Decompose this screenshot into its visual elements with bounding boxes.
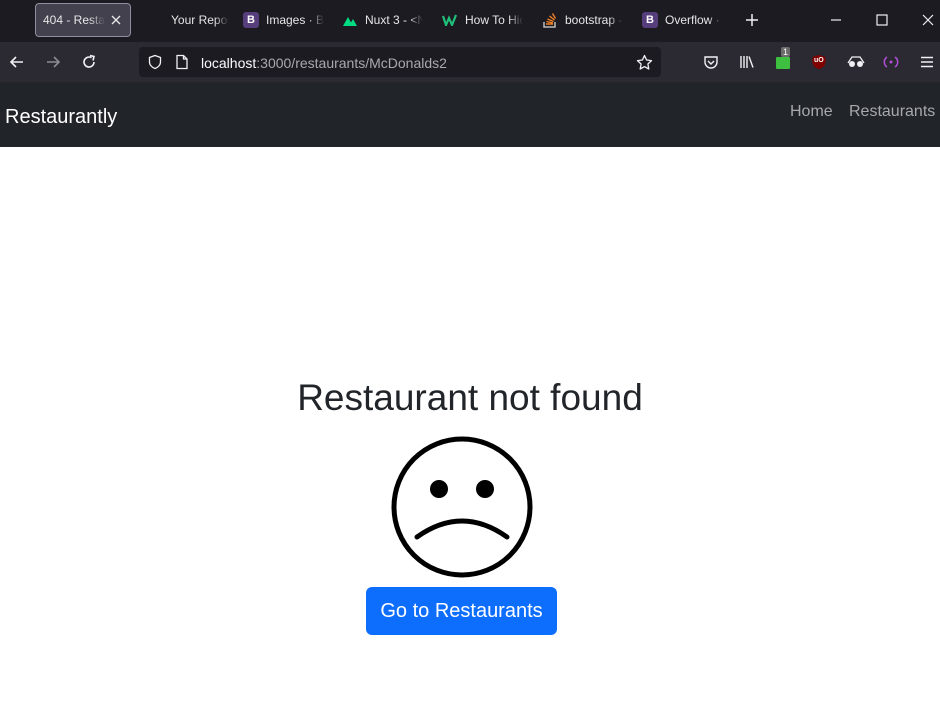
webflow-icon xyxy=(442,12,458,28)
tab-label: Overflow · Bootstrap xyxy=(665,13,723,27)
browser-tab-active[interactable]: 404 - Restaurantly xyxy=(35,3,131,37)
extension-icon[interactable]: 1 xyxy=(775,47,793,70)
tab-label: Images · Bootstrap xyxy=(266,13,324,27)
browser-toolbar: localhost:3000/restaurants/McDonalds2 1 … xyxy=(0,42,940,82)
ublock-label: uO xyxy=(814,57,824,64)
page-title: Restaurant not found xyxy=(297,377,643,418)
url-path: :3000/restaurants/McDonalds2 xyxy=(256,55,447,71)
minimize-icon[interactable] xyxy=(828,12,844,28)
tab-label: How To Hide xyxy=(465,13,523,27)
browser-tab[interactable]: Nuxt 3 - <NuxtLink> xyxy=(342,3,430,37)
url-host: localhost xyxy=(201,55,257,71)
nav-link-restaurants[interactable]: Restaurants xyxy=(849,103,935,121)
browser-tab[interactable]: B Images · Bootstrap xyxy=(243,3,331,37)
shield-icon[interactable] xyxy=(147,54,163,70)
tab-label: Your Repositories xyxy=(171,13,229,27)
reload-icon[interactable] xyxy=(81,54,97,70)
tab-label: 404 - Restaurantly xyxy=(43,13,105,27)
browser-tab-strip: 404 - Restaurantly Your Repositories B I… xyxy=(0,0,940,42)
sad-face-icon xyxy=(391,436,533,578)
go-to-restaurants-button[interactable]: Go to Restaurants xyxy=(366,587,557,635)
ublock-icon[interactable]: uO xyxy=(811,54,827,70)
github-icon xyxy=(148,12,164,28)
extension-glasses-icon[interactable] xyxy=(847,54,865,70)
bookmark-star-icon[interactable] xyxy=(636,54,653,71)
page-icon[interactable] xyxy=(175,54,189,70)
bootstrap-icon: B xyxy=(243,12,259,28)
forward-icon[interactable] xyxy=(45,54,61,70)
brand-logo[interactable]: Restaurantly xyxy=(5,106,117,129)
back-icon[interactable] xyxy=(9,54,25,70)
browser-tab[interactable]: B Overflow · Bootstrap xyxy=(642,3,730,37)
extension-badge: 1 xyxy=(781,47,791,57)
library-icon[interactable] xyxy=(739,54,755,70)
url-bar[interactable]: localhost:3000/restaurants/McDonalds2 xyxy=(139,47,661,77)
close-tab-icon[interactable] xyxy=(109,13,123,27)
new-tab-icon[interactable] xyxy=(744,12,760,28)
browser-tab[interactable]: bootstrap - Stack xyxy=(542,3,630,37)
url-text[interactable]: localhost:3000/restaurants/McDonalds2 xyxy=(201,55,447,71)
nuxt-icon xyxy=(342,12,358,28)
close-window-icon[interactable] xyxy=(920,12,936,28)
tab-label: bootstrap - Stack xyxy=(565,13,623,27)
stackoverflow-icon xyxy=(542,12,558,28)
tab-label: Nuxt 3 - <NuxtLink> xyxy=(365,13,423,27)
site-navbar: Restaurantly Home Restaurants xyxy=(0,82,940,147)
pocket-icon[interactable] xyxy=(703,54,719,70)
bootstrap-icon: B xyxy=(642,12,658,28)
browser-tab[interactable]: How To Hide xyxy=(442,3,530,37)
maximize-icon[interactable] xyxy=(874,12,890,28)
browser-tab[interactable]: Your Repositories xyxy=(142,3,232,37)
extension-signal-icon[interactable] xyxy=(883,54,899,70)
menu-icon[interactable] xyxy=(919,54,935,70)
nav-link-home[interactable]: Home xyxy=(790,103,833,121)
